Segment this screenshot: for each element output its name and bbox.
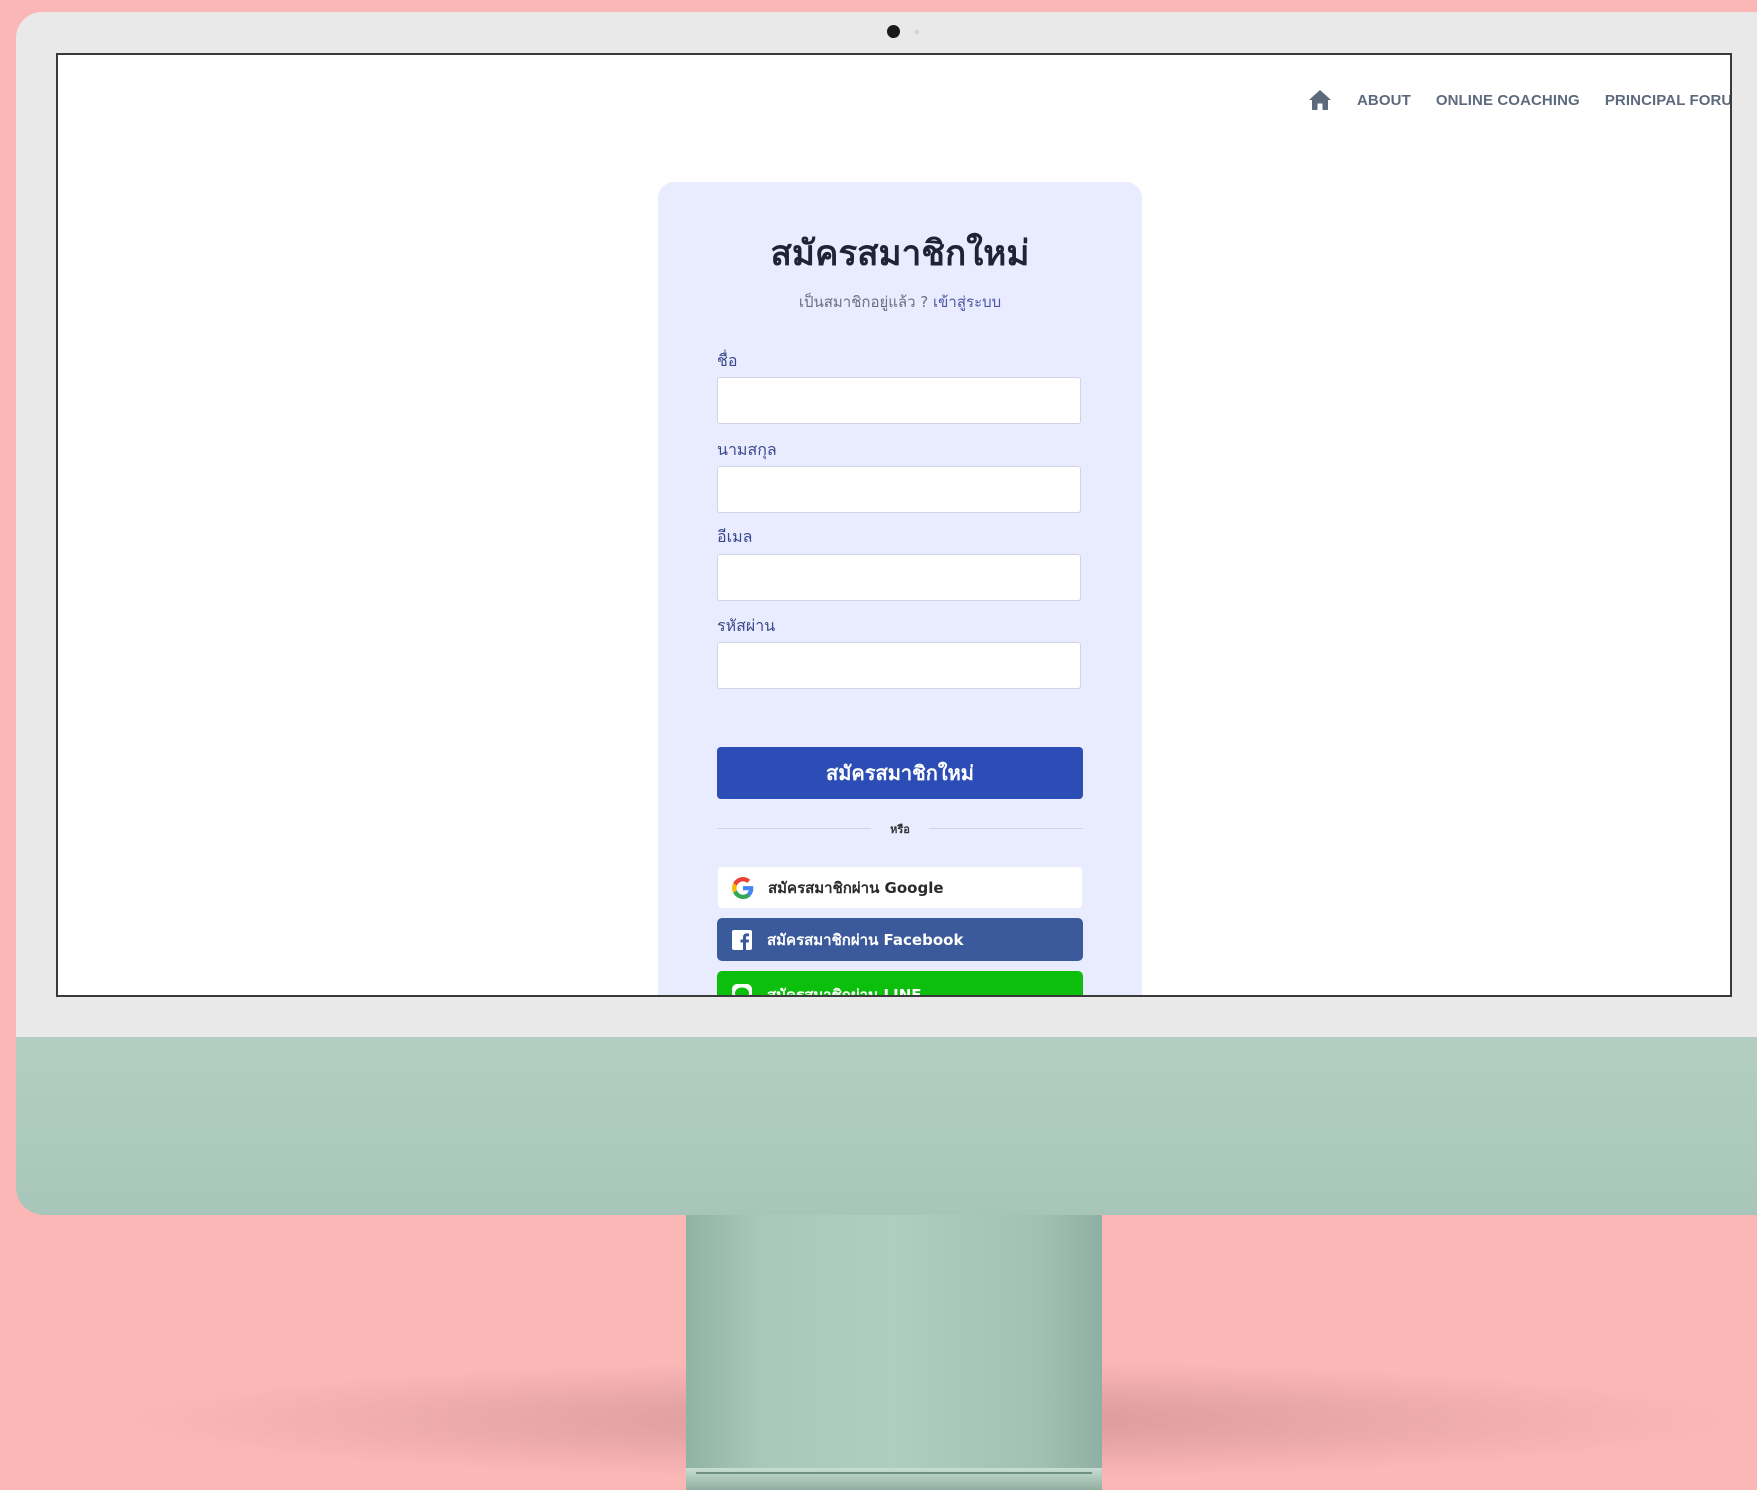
signup-subtitle: เป็นสมาชิกอยู่แล้ว ? เข้าสู่ระบบ: [658, 290, 1142, 314]
first-name-input[interactable]: [717, 377, 1081, 424]
email-input[interactable]: [717, 554, 1081, 601]
monitor-stand: [686, 1215, 1102, 1490]
line-signup-label: สมัครสมาชิกผ่าน LINE: [767, 986, 922, 997]
google-signup-label: สมัครสมาชิกผ่าน Google: [768, 878, 944, 897]
monitor-chin: [16, 1037, 1757, 1215]
nav-item-principal-forum[interactable]: PRINCIPAL FORU: [1605, 92, 1730, 109]
password-label: รหัสผ่าน: [717, 616, 776, 635]
google-signup-button[interactable]: สมัครสมาชิกผ่าน Google: [717, 866, 1083, 909]
signup-submit-button[interactable]: สมัครสมาชิกใหม่: [717, 747, 1083, 799]
last-name-label: นามสกุล: [717, 440, 777, 459]
email-label: อีเมล: [717, 527, 753, 546]
facebook-signup-label: สมัครสมาชิกผ่าน Facebook: [767, 930, 964, 949]
nav-item-online-coaching[interactable]: ONLINE COACHING: [1436, 92, 1580, 109]
facebook-icon: [732, 929, 752, 950]
line-icon: [732, 984, 752, 995]
signup-title: สมัครสมาชิกใหม่: [770, 234, 1030, 274]
divider-or-text: หรือ: [890, 823, 910, 836]
signup-card: สมัครสมาชิกใหม่ เป็นสมาชิกอยู่แล้ว ? เข้…: [658, 182, 1142, 997]
webcam-led: [915, 30, 919, 34]
nav-item-about[interactable]: ABOUT: [1357, 92, 1411, 109]
divider-line-right: [929, 828, 1083, 829]
monitor-stand-foot-line: [696, 1472, 1092, 1474]
login-link[interactable]: เข้าสู่ระบบ: [933, 293, 1001, 311]
webcam-icon: [887, 25, 900, 38]
first-name-label: ชื่อ: [717, 351, 738, 370]
top-navigation: ABOUT ONLINE COACHING PRINCIPAL FORU: [1308, 89, 1730, 111]
facebook-signup-button[interactable]: สมัครสมาชิกผ่าน Facebook: [717, 918, 1083, 961]
subtitle-text: เป็นสมาชิกอยู่แล้ว ?: [798, 293, 934, 311]
home-icon[interactable]: [1308, 89, 1332, 111]
google-g-icon: [732, 876, 754, 899]
monitor-screen: ABOUT ONLINE COACHING PRINCIPAL FORU สมั…: [56, 53, 1732, 997]
line-signup-button[interactable]: สมัครสมาชิกผ่าน LINE: [717, 971, 1083, 997]
last-name-input[interactable]: [717, 466, 1081, 513]
password-input[interactable]: [717, 642, 1081, 689]
